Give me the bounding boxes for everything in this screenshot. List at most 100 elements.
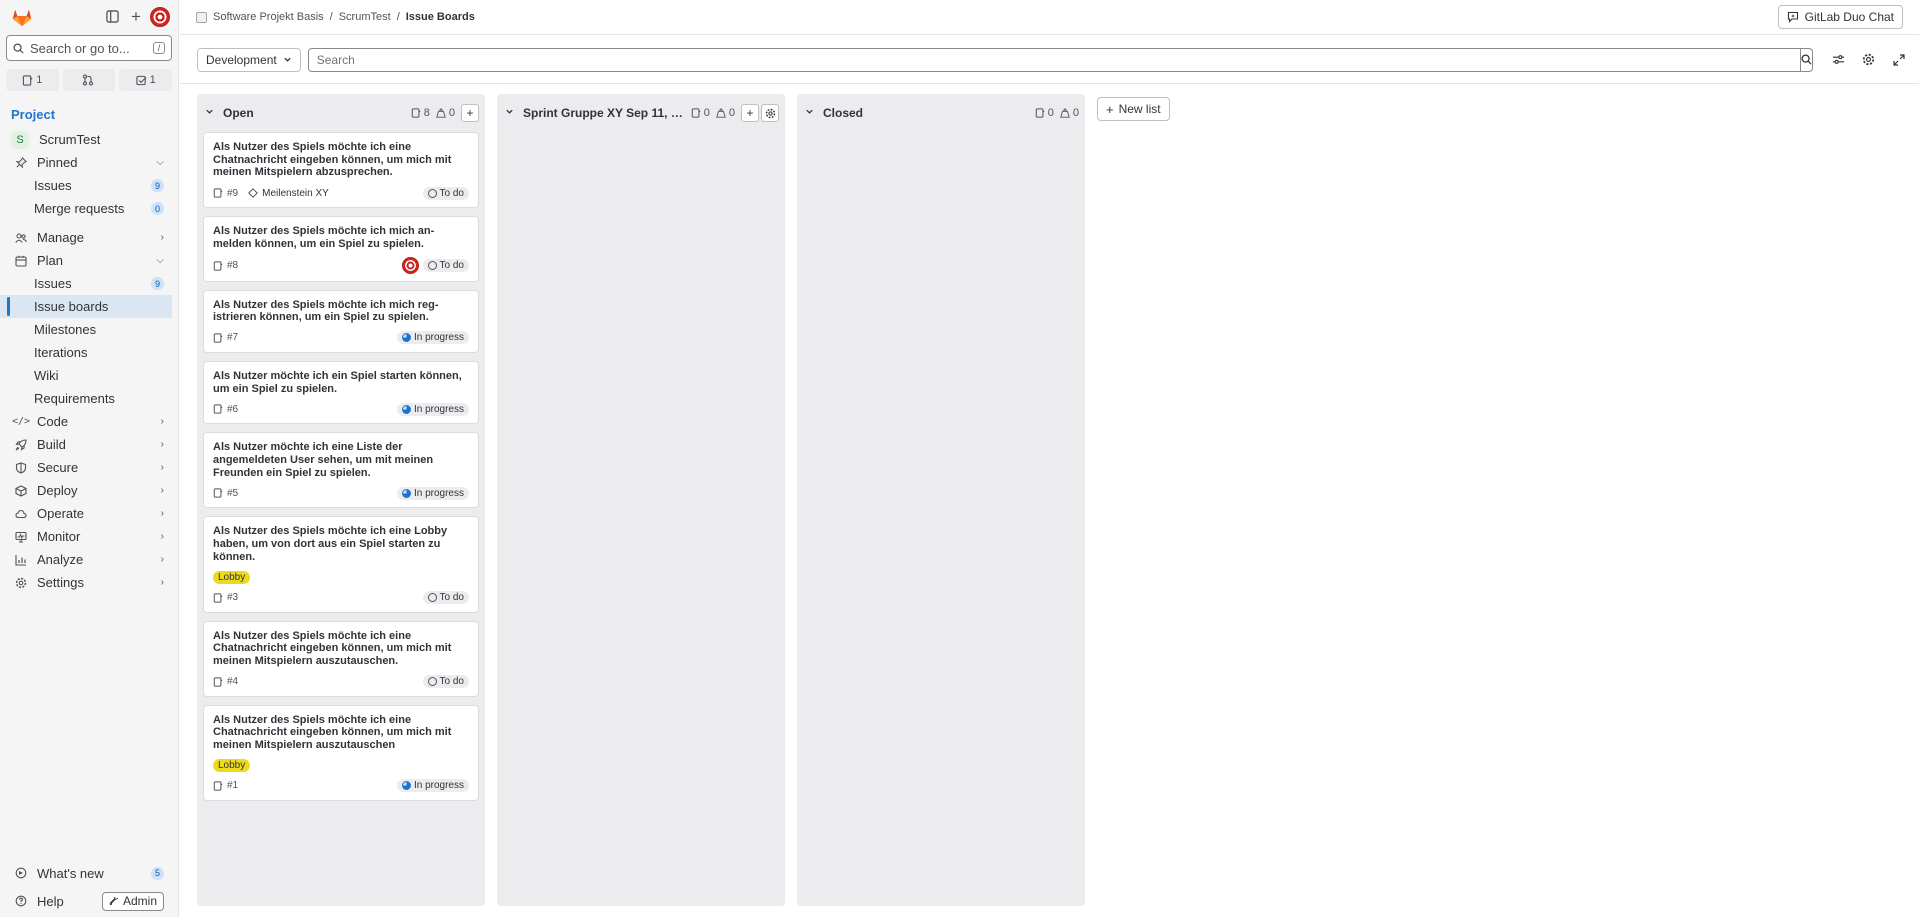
issue-card[interactable]: Als Nutzer des Spiels möchte ich eine Ch… <box>203 704 479 801</box>
nav-analyze[interactable]: Analyze › <box>0 548 172 571</box>
list-settings-button[interactable] <box>761 104 779 122</box>
project-avatar: S <box>11 130 29 149</box>
nav-manage[interactable]: Manage › <box>0 226 172 249</box>
toggle-sidebar-icon[interactable] <box>100 5 124 29</box>
nav-build[interactable]: Build › <box>0 433 172 456</box>
issue-label[interactable]: Lobby <box>213 758 251 772</box>
issue-label[interactable]: Lobby <box>213 570 251 584</box>
issue-title[interactable]: Als Nutzer des Spiels möchte ich eine Ch… <box>213 714 469 752</box>
breadcrumb-group[interactable]: Software Projekt Basis <box>213 11 324 23</box>
issue-title[interactable]: Als Nutzer des Spiels möchte ich mich an… <box>213 225 469 250</box>
create-new-icon[interactable]: + <box>124 5 148 29</box>
collapse-list-icon[interactable] <box>505 107 517 119</box>
issue-ref: #6 <box>227 403 239 415</box>
collapse-list-icon[interactable] <box>205 107 217 119</box>
issue-title[interactable]: Als Nutzer des Spiels möchte ich eine Lo… <box>213 525 469 563</box>
issue-card[interactable]: Als Nutzer des Spiels möchte ich eine Ch… <box>203 620 479 697</box>
issue-card[interactable]: Als Nutzer des Spiels möchte ich eine Lo… <box>203 516 479 613</box>
gitlab-logo-icon[interactable] <box>11 6 33 28</box>
nav-monitor-label: Monitor <box>37 529 81 544</box>
search-shortcut-hint: / <box>153 42 165 54</box>
sidebar: + Search or go to... / 1 1 Project S Scr… <box>0 0 179 917</box>
nav-settings[interactable]: Settings › <box>0 571 172 594</box>
users-icon <box>14 232 28 244</box>
weight-icon <box>716 108 726 118</box>
issue-ref: #8 <box>227 260 239 272</box>
fullscreen-icon[interactable] <box>1887 48 1911 72</box>
status-badge: To do <box>422 675 469 689</box>
search-submit-button[interactable] <box>1800 47 1813 72</box>
merge-requests-button[interactable] <box>62 69 116 91</box>
whats-new-label: What's new <box>37 865 104 881</box>
assigned-issues-button[interactable]: 1 <box>6 69 59 91</box>
wrench-icon <box>109 896 119 906</box>
issue-title[interactable]: Als Nutzer des Spiels möchte ich eine Ch… <box>213 141 469 179</box>
issue-milestone[interactable]: Meilenstein XY <box>262 188 329 199</box>
admin-label: Admin <box>122 894 157 908</box>
sidebar-item-iterations[interactable]: Iterations <box>0 341 172 364</box>
nav-monitor[interactable]: Monitor › <box>0 525 172 548</box>
sidebar-item-wiki[interactable]: Wiki <box>0 364 172 387</box>
add-issue-button[interactable]: + <box>461 104 479 122</box>
nav-code[interactable]: </> Code › <box>0 410 172 433</box>
board-selector[interactable]: Development <box>197 47 301 72</box>
sidebar-item-milestones[interactable]: Milestones <box>0 318 172 341</box>
issue-card[interactable]: Als Nutzer des Spiels möchte ich eine Ch… <box>203 132 479 209</box>
issue-card[interactable]: Als Nutzer des Spiels möchte ich mich re… <box>203 289 479 353</box>
admin-button[interactable]: Admin <box>101 891 164 911</box>
breadcrumb-current[interactable]: Issue Boards <box>406 11 475 23</box>
nav-secure[interactable]: Secure › <box>0 456 172 479</box>
weight-icon <box>436 108 446 118</box>
issue-type-icon <box>213 260 223 271</box>
issue-title[interactable]: Als Nutzer möchte ich ein Spiel starten … <box>213 370 469 395</box>
nav-operate[interactable]: Operate › <box>0 502 172 525</box>
sidebar-item-label: Issues <box>34 276 72 291</box>
issue-card[interactable]: Als Nutzer möchte ich ein Spiel starten … <box>203 360 479 425</box>
board-settings-icon[interactable] <box>1857 48 1881 72</box>
sidebar-item-issues[interactable]: Issues 9 <box>0 272 172 295</box>
project-link[interactable]: S ScrumTest <box>0 128 172 151</box>
duo-chat-button[interactable]: GitLab Duo Chat <box>1777 5 1903 29</box>
sidebar-item-pinned-issues[interactable]: Issues 9 <box>0 174 172 197</box>
issue-card-footer: #3 To do <box>213 591 469 605</box>
sidebar-item-issue-boards[interactable]: Issue boards <box>0 295 172 318</box>
status-label: In progress <box>413 487 464 499</box>
todos-button[interactable]: 1 <box>119 69 173 91</box>
new-list-button[interactable]: + New list <box>1097 97 1170 121</box>
issue-title[interactable]: Als Nutzer des Spiels möchte ich mich re… <box>213 299 469 324</box>
whats-new-link[interactable]: What's new 5 <box>0 861 172 885</box>
sidebar-item-requirements[interactable]: Requirements <box>0 387 172 410</box>
board-list-sprint: Sprint Gruppe XY Sep 11, 20... 0 0 + <box>497 94 785 906</box>
view-options-icon[interactable] <box>1827 48 1851 72</box>
board-search-input[interactable]: Search <box>307 47 1801 72</box>
issue-ref: #7 <box>227 332 239 344</box>
assignee-avatar[interactable] <box>401 257 419 275</box>
help-icon <box>14 895 28 907</box>
nav-deploy[interactable]: Deploy › <box>0 479 172 502</box>
chevron-right-icon: › <box>160 531 164 542</box>
list-issue-count: 0 <box>1035 107 1054 119</box>
sidebar-item-pinned-merge-requests[interactable]: Merge requests 0 <box>0 197 172 220</box>
deployments-icon <box>14 484 28 497</box>
nav-pinned[interactable]: Pinned ⌵ <box>0 151 172 174</box>
add-issue-button[interactable]: + <box>741 104 759 122</box>
issue-card-footer: #6 In progress <box>213 402 469 416</box>
nav-code-label: Code <box>37 414 69 429</box>
list-issue-count: 0 <box>691 107 710 119</box>
help-link[interactable]: Help Admin <box>0 889 172 913</box>
nav-plan[interactable]: Plan ⌵ <box>0 249 172 272</box>
sidebar-search[interactable]: Search or go to... / <box>6 35 172 61</box>
sidebar-item-label: Issue boards <box>34 299 109 314</box>
search-icon <box>1801 54 1812 65</box>
issue-board: Open 8 0 + Als Nutzer des Spiels möchte … <box>197 94 1919 906</box>
issue-title[interactable]: Als Nutzer möchte ich eine Liste der ang… <box>213 441 469 479</box>
breadcrumb-project[interactable]: ScrumTest <box>339 11 391 23</box>
status-badge: To do <box>422 186 469 200</box>
issue-ref: #4 <box>227 676 239 688</box>
issue-card[interactable]: Als Nutzer des Spiels möchte ich mich an… <box>203 216 479 282</box>
issue-card[interactable]: Als Nutzer möchte ich eine Liste der ang… <box>203 432 479 509</box>
issues-icon <box>23 74 33 86</box>
collapse-list-icon[interactable] <box>805 107 817 119</box>
issue-title[interactable]: Als Nutzer des Spiels möchte ich eine Ch… <box>213 630 469 668</box>
user-avatar[interactable] <box>148 5 172 29</box>
